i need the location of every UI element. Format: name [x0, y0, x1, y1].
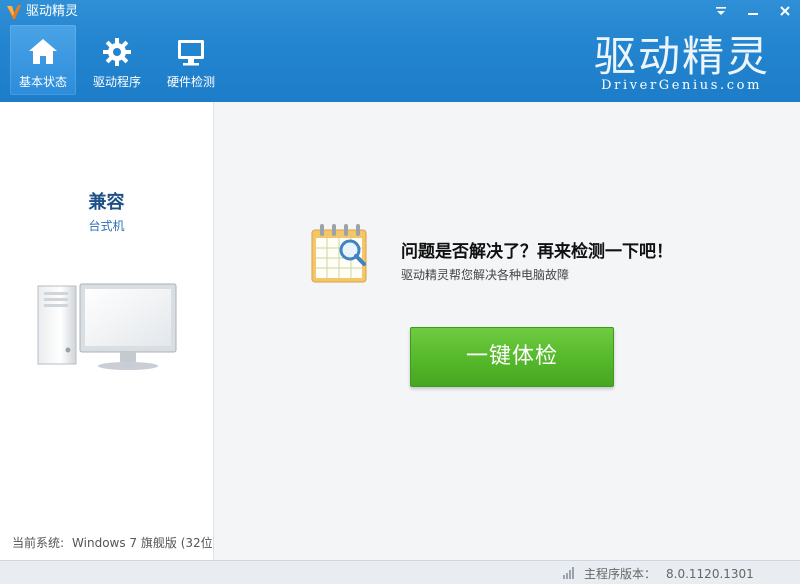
nav-item-hardware[interactable]: 硬件检测	[158, 25, 224, 95]
home-icon	[29, 39, 57, 64]
brand-name-cn: 驱动精灵	[594, 32, 771, 81]
headline: 问题是否解决了？再来检测一下吧！	[401, 242, 673, 262]
sidebar: 兼容 台式机 当前系统: Windows 7 旗舰版 (32位)	[0, 102, 217, 560]
window-controls	[712, 2, 794, 22]
minimize-icon	[748, 13, 758, 15]
nav-label-drivers: 驱动程序	[92, 75, 141, 89]
main-nav: 基本状态 驱动程序 硬件检测	[10, 25, 232, 97]
main-panel: 问题是否解决了？再来检测一下吧！ 驱动精灵帮您解决各种电脑故障 一键体检	[214, 102, 800, 560]
nav-label-basic-status: 基本状态	[18, 75, 67, 89]
compat-status-title: 兼容	[88, 192, 125, 213]
menu-dropdown-button[interactable]	[712, 2, 730, 20]
nav-item-basic-status[interactable]: 基本状态	[10, 25, 76, 95]
monitor-icon	[178, 40, 204, 66]
app-title: 驱动精灵	[26, 4, 79, 19]
brand-logo: 驱动精灵 DriverGenius.com	[594, 32, 771, 94]
os-value: Windows 7 旗舰版 (32位)	[72, 536, 218, 550]
one-click-check-button[interactable]: 一键体检	[410, 327, 614, 387]
calendar-search-icon	[311, 224, 367, 283]
version-info: 主程序版本： 8.0.1120.1301	[584, 565, 754, 582]
signal-bars-icon	[563, 567, 574, 579]
close-icon	[780, 6, 790, 16]
status-bar: 主程序版本： 8.0.1120.1301	[0, 560, 800, 584]
subline: 驱动精灵帮您解决各种电脑故障	[401, 268, 570, 282]
nav-item-drivers[interactable]: 驱动程序	[84, 25, 150, 95]
gear-icon	[103, 38, 131, 66]
driver-genius-logo-icon	[7, 5, 21, 19]
header: 驱动精灵 基本状态 驱动程序 硬件检测 驱动精灵 DriverGenius.co…	[0, 0, 800, 102]
close-button[interactable]	[776, 2, 794, 20]
os-label: 当前系统:	[12, 536, 65, 550]
menu-dropdown-icon	[716, 7, 726, 15]
app-window: 驱动精灵 基本状态 驱动程序 硬件检测 驱动精灵 DriverGenius.co…	[0, 0, 800, 584]
version-label: 主程序版本：	[584, 567, 657, 581]
device-type-label: 台式机	[88, 219, 125, 233]
version-value: 8.0.1120.1301	[666, 567, 754, 581]
desktop-pc-illustration	[37, 283, 177, 370]
minimize-button[interactable]	[744, 2, 762, 20]
title-bar[interactable]: 驱动精灵	[0, 0, 800, 24]
brand-name-en: DriverGenius.com	[601, 78, 762, 93]
os-info: 当前系统: Windows 7 旗舰版 (32位)	[12, 534, 217, 551]
nav-label-hardware: 硬件检测	[166, 75, 215, 89]
